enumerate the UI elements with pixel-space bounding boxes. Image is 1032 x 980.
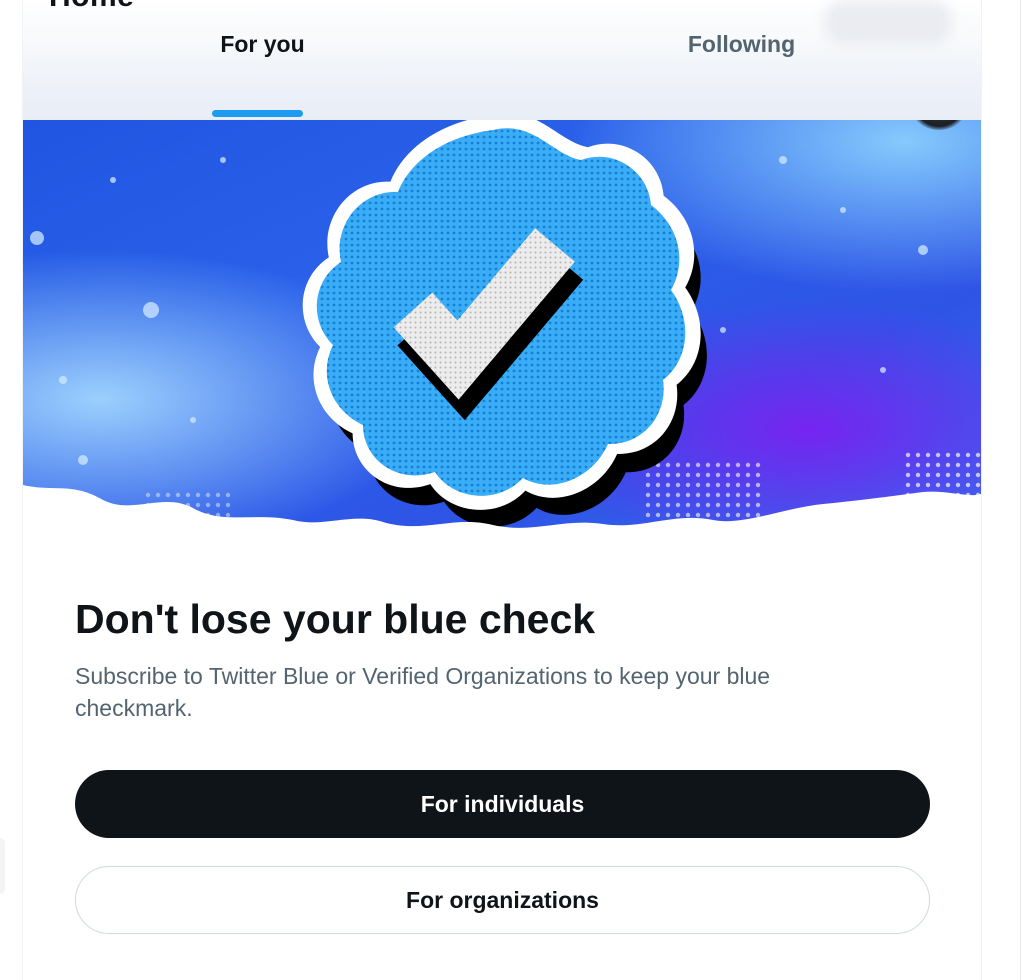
selected-tab-indicator — [212, 110, 303, 117]
promo-banner-image — [23, 120, 981, 550]
sidebar-edge — [0, 838, 5, 894]
timeline-header: Home For you Following — [23, 0, 981, 120]
for-organizations-button[interactable]: For organizations — [75, 866, 930, 934]
divider — [1020, 0, 1021, 980]
tab-for-you-label: For you — [220, 30, 305, 57]
verified-badge-illustration — [23, 120, 981, 550]
for-individuals-button[interactable]: For individuals — [75, 770, 930, 838]
timeline-column: Home For you Following — [22, 0, 982, 980]
promo-title: Don't lose your blue check — [75, 596, 596, 642]
promo-subtitle: Subscribe to Twitter Blue or Verified Or… — [75, 663, 771, 721]
tab-for-you[interactable]: For you — [23, 0, 502, 120]
tab-following-label: Following — [687, 30, 796, 57]
tab-following[interactable]: Following — [502, 0, 981, 120]
app-window: Home For you Following — [0, 0, 1032, 980]
